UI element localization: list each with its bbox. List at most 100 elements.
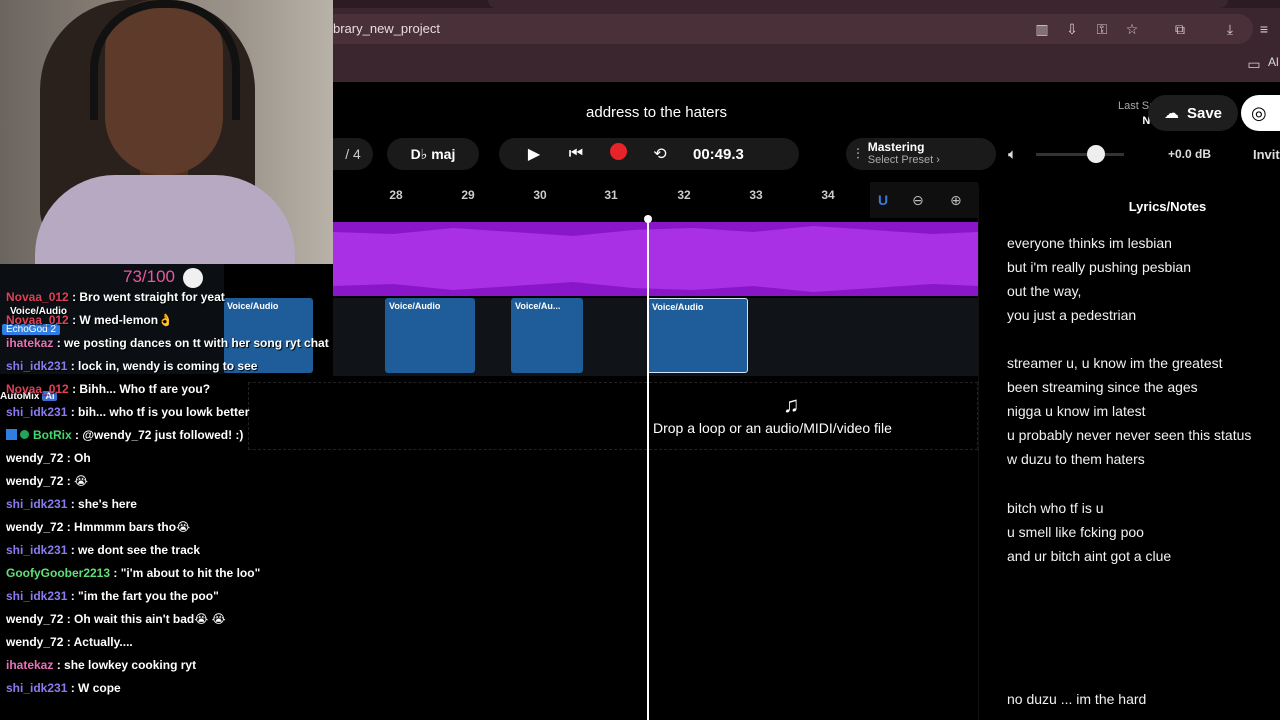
time-display: 00:49.3 [693, 145, 744, 163]
globe-icon: ◎ [1251, 103, 1267, 123]
verified-badge-icon [20, 430, 29, 439]
beat-waveform [333, 226, 978, 292]
chat-message: ihatekaz : she lowkey cooking ryt [6, 658, 196, 672]
volume-handle[interactable] [1087, 145, 1105, 163]
chat-user: ihatekaz [6, 658, 54, 672]
clip-label: Voice/Audio [652, 302, 704, 312]
chat-text: : lock in, wendy is coming to see [70, 359, 258, 373]
voice-clip-selected[interactable]: Voice/Audio [647, 298, 748, 373]
chat-message: shi_idk231 : she's here [6, 497, 137, 511]
invite-button[interactable]: Invit [1253, 147, 1280, 162]
zoom-tools: U ⊖ ⊕ [870, 182, 978, 218]
voice-track: Voice/Audio Voice/Audio Voice/Au... Voic… [223, 298, 978, 376]
install-icon[interactable]: ⇩ [1063, 20, 1081, 38]
chat-message: shi_idk231 : W cope [6, 681, 121, 695]
loop-icon[interactable]: ⟲ [639, 144, 681, 164]
playhead-handle[interactable] [644, 215, 652, 223]
beat-track-region[interactable] [333, 222, 978, 296]
clip-label: Voice/Au... [515, 301, 561, 311]
transport-bar: ▶ ⏮ ⟲ 00:49.3 [499, 138, 799, 170]
mixer-knob[interactable] [183, 268, 203, 288]
chat-message: Novaa_012 : Bro went straight for yeat [6, 290, 225, 304]
lyrics-line: no duzu ... im the hard [1007, 691, 1147, 707]
bookmarks-all[interactable]: Al [1268, 55, 1279, 69]
chat-message: wendy_72 : Actually.... [6, 635, 133, 649]
chat-text: : Oh [66, 451, 91, 465]
zoom-in-icon[interactable]: ⊕ [950, 192, 962, 209]
chat-user: Novaa_012 [6, 313, 69, 327]
chat-text: : 😭 [66, 474, 89, 488]
save-button[interactable]: ☁ Save [1148, 95, 1238, 131]
chat-text: : Oh wait this ain't bad😭 😭 [66, 612, 226, 626]
download-icon[interactable]: ⤓ [1221, 20, 1239, 38]
zoom-out-icon[interactable]: ⊖ [912, 192, 924, 209]
record-button[interactable] [597, 143, 639, 165]
chat-message: wendy_72 : Oh [6, 451, 91, 465]
chat-user: shi_idk231 [6, 359, 68, 373]
speaker-icon[interactable]: 🔈︎ [1008, 146, 1017, 163]
chat-text: : Actually.... [66, 635, 133, 649]
chat-user: BotRix [33, 428, 72, 442]
chat-user: wendy_72 [6, 612, 64, 626]
save-label: Save [1186, 104, 1223, 122]
chat-message: shi_idk231 : bih... who tf is you lowk b… [6, 405, 249, 419]
mastering-title: Mastering [867, 140, 925, 154]
chat-user: wendy_72 [6, 474, 64, 488]
chat-text: : W cope [70, 681, 121, 695]
chat-user: wendy_72 [6, 635, 64, 649]
lyrics-line: w duzu to them haters [1007, 451, 1145, 467]
mastering-preset: Select Preset › [867, 154, 940, 166]
chat-message: wendy_72 : 😭 [6, 474, 88, 488]
drop-zone[interactable] [248, 382, 978, 450]
active-tab[interactable] [488, 0, 1228, 8]
magnet-icon[interactable]: U [878, 192, 888, 208]
chat-text: : Bro went straight for yeat [72, 290, 225, 304]
music-note-icon: ♫ [783, 392, 800, 417]
lyrics-panel[interactable]: Lyrics/Notes everyone thinks im lesbian … [978, 185, 1280, 720]
chat-message: shi_idk231 : lock in, wendy is coming to… [6, 359, 257, 373]
chat-message: Novaa_012 : Bihh... Who tf are you? [6, 382, 210, 396]
lyrics-title: Lyrics/Notes [1128, 199, 1207, 214]
chat-user: Novaa_012 [6, 290, 69, 304]
time-signature-label: / 4 [345, 146, 361, 162]
play-icon[interactable]: ▶ [513, 144, 555, 164]
ruler-tick: 28 [389, 188, 403, 202]
chat-message: ihatekaz : we posting dances on tt with … [6, 336, 329, 350]
project-title[interactable]: address to the haters [333, 104, 980, 121]
voice-clip[interactable]: Voice/Au... [511, 298, 583, 373]
lyrics-line: u smell like fcking poo [1007, 524, 1144, 540]
sliders-icon: ⫶ [856, 145, 860, 163]
mastering-text: Mastering Select Preset › [868, 141, 940, 167]
playhead[interactable] [647, 218, 649, 720]
key-selector[interactable]: D♭ maj [387, 138, 479, 170]
clip-label: Voice/Audio [227, 301, 279, 311]
chat-text: : she's here [70, 497, 137, 511]
ruler-tick: 31 [604, 188, 618, 202]
reader-icon[interactable]: ▥ [1033, 20, 1051, 38]
chat-user: wendy_72 [6, 451, 64, 465]
share-button[interactable]: ◎ [1241, 95, 1280, 131]
lyrics-line: bitch who tf is u [1007, 500, 1104, 516]
star-icon[interactable]: ☆ [1123, 20, 1141, 38]
lyrics-line: you just a pedestrian [1007, 307, 1137, 323]
key-label: D♭ maj [410, 145, 456, 162]
mastering-selector[interactable]: ⫶ Mastering Select Preset › [846, 138, 996, 170]
cloud-upload-icon: ☁ [1163, 105, 1179, 122]
address-bar[interactable] [333, 14, 1253, 44]
volume-db: +0.0 dB [1168, 147, 1212, 161]
time-signature[interactable]: / 4 [333, 138, 373, 170]
chat-user: shi_idk231 [6, 589, 68, 603]
browser-chrome: brary_new_project ▥ ⇩ ⚿ ☆ ⧉ ⤓ ≡ ▭ Al [333, 0, 1280, 82]
key-icon[interactable]: ⚿ [1093, 20, 1111, 38]
extensions-icon[interactable]: ⧉ [1171, 20, 1189, 38]
skip-back-icon[interactable]: ⏮ [555, 145, 597, 163]
volume-slider[interactable] [1036, 153, 1124, 156]
chat-user: ihatekaz [6, 336, 54, 350]
ruler-tick: 30 [533, 188, 547, 202]
voice-clip[interactable]: Voice/Audio [385, 298, 475, 373]
headset [90, 0, 240, 120]
webcam-feed [0, 0, 333, 264]
chat-text: : we posting dances on tt with her song … [56, 336, 329, 350]
menu-icon[interactable]: ≡ [1255, 20, 1273, 38]
url-text[interactable]: brary_new_project [333, 21, 440, 36]
